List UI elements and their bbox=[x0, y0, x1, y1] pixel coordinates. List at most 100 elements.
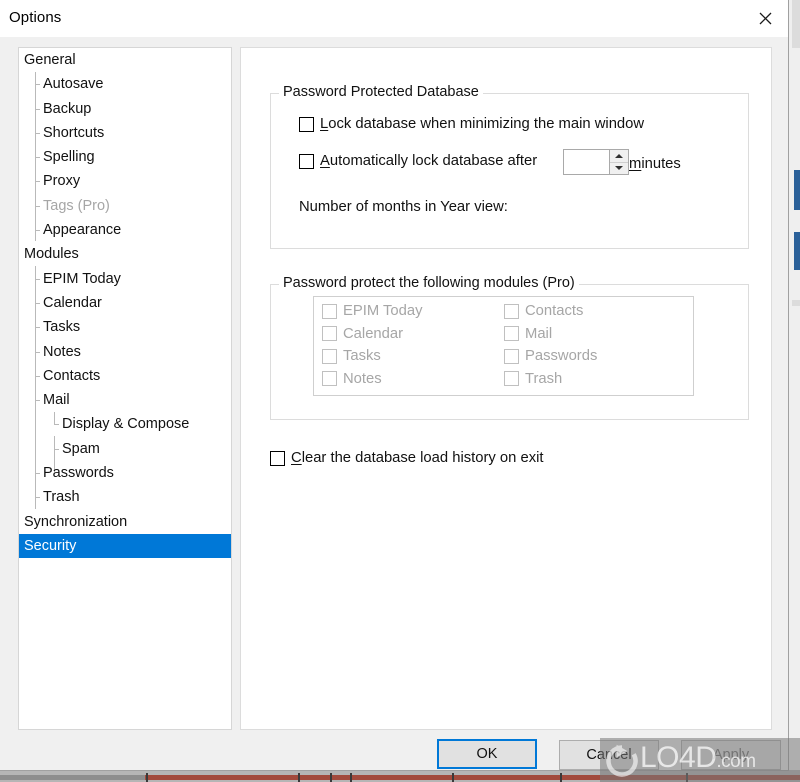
sidebar-item-mail[interactable]: Mail bbox=[19, 388, 231, 412]
checkbox-label: Passwords bbox=[525, 348, 598, 364]
sidebar-item-label: Synchronization bbox=[24, 513, 128, 530]
stepper-up-icon[interactable] bbox=[610, 150, 628, 162]
sidebar-item-label: Contacts bbox=[43, 367, 101, 384]
background-window-edge bbox=[788, 0, 800, 770]
group-title: Password protect the following modules (… bbox=[279, 275, 579, 291]
sidebar-item-tags-pro[interactable]: Tags (Pro) bbox=[19, 193, 231, 218]
close-icon[interactable] bbox=[742, 0, 788, 37]
accel-char: C bbox=[291, 450, 302, 466]
settings-content-panel: Password Protected Database Lock databas… bbox=[240, 47, 772, 730]
label-rest: utomatically lock database after bbox=[329, 153, 538, 169]
sidebar-item-label: Modules bbox=[24, 246, 79, 263]
checkbox-label: Trash bbox=[525, 370, 563, 387]
label-rest: inutes bbox=[641, 156, 681, 172]
group-title: Password Protected Database bbox=[279, 84, 483, 100]
sidebar-item-label: Proxy bbox=[43, 173, 81, 190]
sidebar-item-tasks[interactable]: Tasks bbox=[19, 315, 231, 339]
title-bar: Options bbox=[0, 0, 788, 37]
tree-guide bbox=[35, 266, 36, 509]
minutes-input[interactable] bbox=[563, 149, 610, 175]
window-title: Options bbox=[9, 9, 62, 26]
checkbox-box bbox=[504, 371, 519, 386]
checkbox-box bbox=[504, 326, 519, 341]
checkbox-box[interactable] bbox=[270, 450, 285, 466]
label-rest: ock database when minimizing the main wi… bbox=[328, 116, 645, 132]
checkbox-module-passwords: Passwords bbox=[504, 348, 597, 364]
sidebar-item-label: Tasks bbox=[43, 319, 81, 336]
sidebar-item-label: Tags (Pro) bbox=[43, 197, 110, 214]
sidebar-item-epim-today[interactable]: EPIM Today bbox=[19, 266, 231, 291]
sidebar-item-label: Security bbox=[24, 537, 77, 554]
sidebar-item-spam[interactable]: Spam bbox=[19, 436, 231, 461]
sidebar-item-label: Calendar bbox=[43, 294, 102, 311]
sidebar-item-label: EPIM Today bbox=[43, 270, 121, 287]
group-password-protected-database: Password Protected Database Lock databas… bbox=[270, 84, 749, 249]
modules-checkbox-frame: EPIM Today Calendar Tasks Notes Contacts Mai… bbox=[313, 296, 694, 396]
stepper-buttons[interactable] bbox=[610, 149, 629, 175]
minutes-label: minutes bbox=[629, 156, 681, 172]
checkbox-module-epim-today: EPIM Today bbox=[322, 303, 423, 319]
months-in-year-view-label: Number of months in Year view: bbox=[299, 199, 508, 215]
sidebar-item-spelling[interactable]: Spelling bbox=[19, 145, 231, 169]
sidebar-item-synchronization[interactable]: Synchronization bbox=[19, 510, 231, 534]
sidebar-item-label: Trash bbox=[43, 489, 80, 506]
sidebar-item-backup[interactable]: Backup bbox=[19, 96, 231, 121]
checkbox-box bbox=[504, 348, 519, 364]
cancel-button[interactable]: Cancel bbox=[559, 740, 659, 770]
checkbox-auto-lock[interactable]: Automatically lock database after bbox=[299, 153, 537, 169]
sidebar-item-security[interactable]: Security bbox=[19, 533, 231, 559]
sidebar-item-label: Autosave bbox=[43, 76, 104, 93]
settings-navigation-tree[interactable]: General Autosave Backup Shortcuts Spelling Pr… bbox=[18, 47, 232, 730]
sidebar-item-contacts[interactable]: Contacts bbox=[19, 363, 231, 388]
sidebar-item-passwords[interactable]: Passwords bbox=[19, 461, 231, 485]
checkbox-module-trash: Trash bbox=[504, 371, 562, 387]
sidebar-item-calendar[interactable]: Calendar bbox=[19, 290, 231, 315]
checkbox-box bbox=[322, 326, 337, 341]
checkbox-box[interactable] bbox=[299, 116, 314, 132]
checkbox-label: Tasks bbox=[343, 348, 381, 364]
checkbox-clear-load-history[interactable]: Clear the database load history on exit bbox=[270, 450, 544, 466]
checkbox-box bbox=[504, 303, 519, 319]
sidebar-item-label: Spam bbox=[62, 440, 100, 457]
sidebar-item-label: Notes bbox=[43, 343, 81, 360]
checkbox-module-notes: Notes bbox=[322, 371, 382, 387]
ok-button[interactable]: OK bbox=[437, 739, 537, 769]
checkbox-label: Lock database when minimizing the main w… bbox=[320, 116, 644, 132]
checkbox-label: Calendar bbox=[343, 325, 404, 342]
background-taskbar-strip bbox=[0, 770, 800, 782]
checkbox-module-mail: Mail bbox=[504, 326, 552, 342]
checkbox-module-calendar: Calendar bbox=[322, 326, 403, 342]
accel-char: A bbox=[320, 153, 330, 169]
apply-button[interactable]: Apply bbox=[681, 740, 781, 770]
sidebar-item-label: Mail bbox=[43, 392, 70, 409]
options-dialog: Options General Autosave Backup Shortcuts Sp… bbox=[0, 0, 789, 771]
checkbox-box bbox=[322, 303, 337, 319]
checkbox-module-contacts: Contacts bbox=[504, 303, 583, 319]
group-password-protect-modules: Password protect the following modules (… bbox=[270, 275, 749, 420]
sidebar-item-modules[interactable]: Modules bbox=[19, 242, 231, 266]
checkbox-label: Automatically lock database after bbox=[320, 153, 537, 169]
sidebar-item-label: Passwords bbox=[43, 465, 114, 482]
label-rest: lear the database load history on exit bbox=[301, 450, 544, 466]
sidebar-item-label: Shortcuts bbox=[43, 124, 105, 141]
accel-char: m bbox=[629, 156, 642, 172]
checkbox-label: Clear the database load history on exit bbox=[291, 450, 544, 466]
sidebar-item-appearance[interactable]: Appearance bbox=[19, 218, 231, 242]
sidebar-item-shortcuts[interactable]: Shortcuts bbox=[19, 120, 231, 145]
checkbox-label: Contacts bbox=[525, 303, 584, 319]
stepper-down-icon[interactable] bbox=[610, 161, 628, 175]
sidebar-item-display-compose[interactable]: Display & Compose bbox=[19, 412, 231, 436]
accel-char: L bbox=[320, 116, 329, 132]
sidebar-item-autosave[interactable]: Autosave bbox=[19, 72, 231, 96]
tree-guide bbox=[35, 72, 36, 241]
sidebar-item-general[interactable]: General bbox=[19, 48, 231, 72]
sidebar-item-trash[interactable]: Trash bbox=[19, 485, 231, 509]
sidebar-item-proxy[interactable]: Proxy bbox=[19, 169, 231, 193]
checkbox-box[interactable] bbox=[299, 153, 314, 169]
checkbox-lock-on-minimize[interactable]: Lock database when minimizing the main w… bbox=[299, 116, 644, 132]
auto-lock-minutes-stepper[interactable] bbox=[563, 149, 629, 175]
sidebar-item-label: Display & Compose bbox=[62, 416, 190, 433]
sidebar-item-label: Appearance bbox=[43, 222, 122, 239]
sidebar-item-notes[interactable]: Notes bbox=[19, 339, 231, 364]
checkbox-module-tasks: Tasks bbox=[322, 348, 381, 364]
